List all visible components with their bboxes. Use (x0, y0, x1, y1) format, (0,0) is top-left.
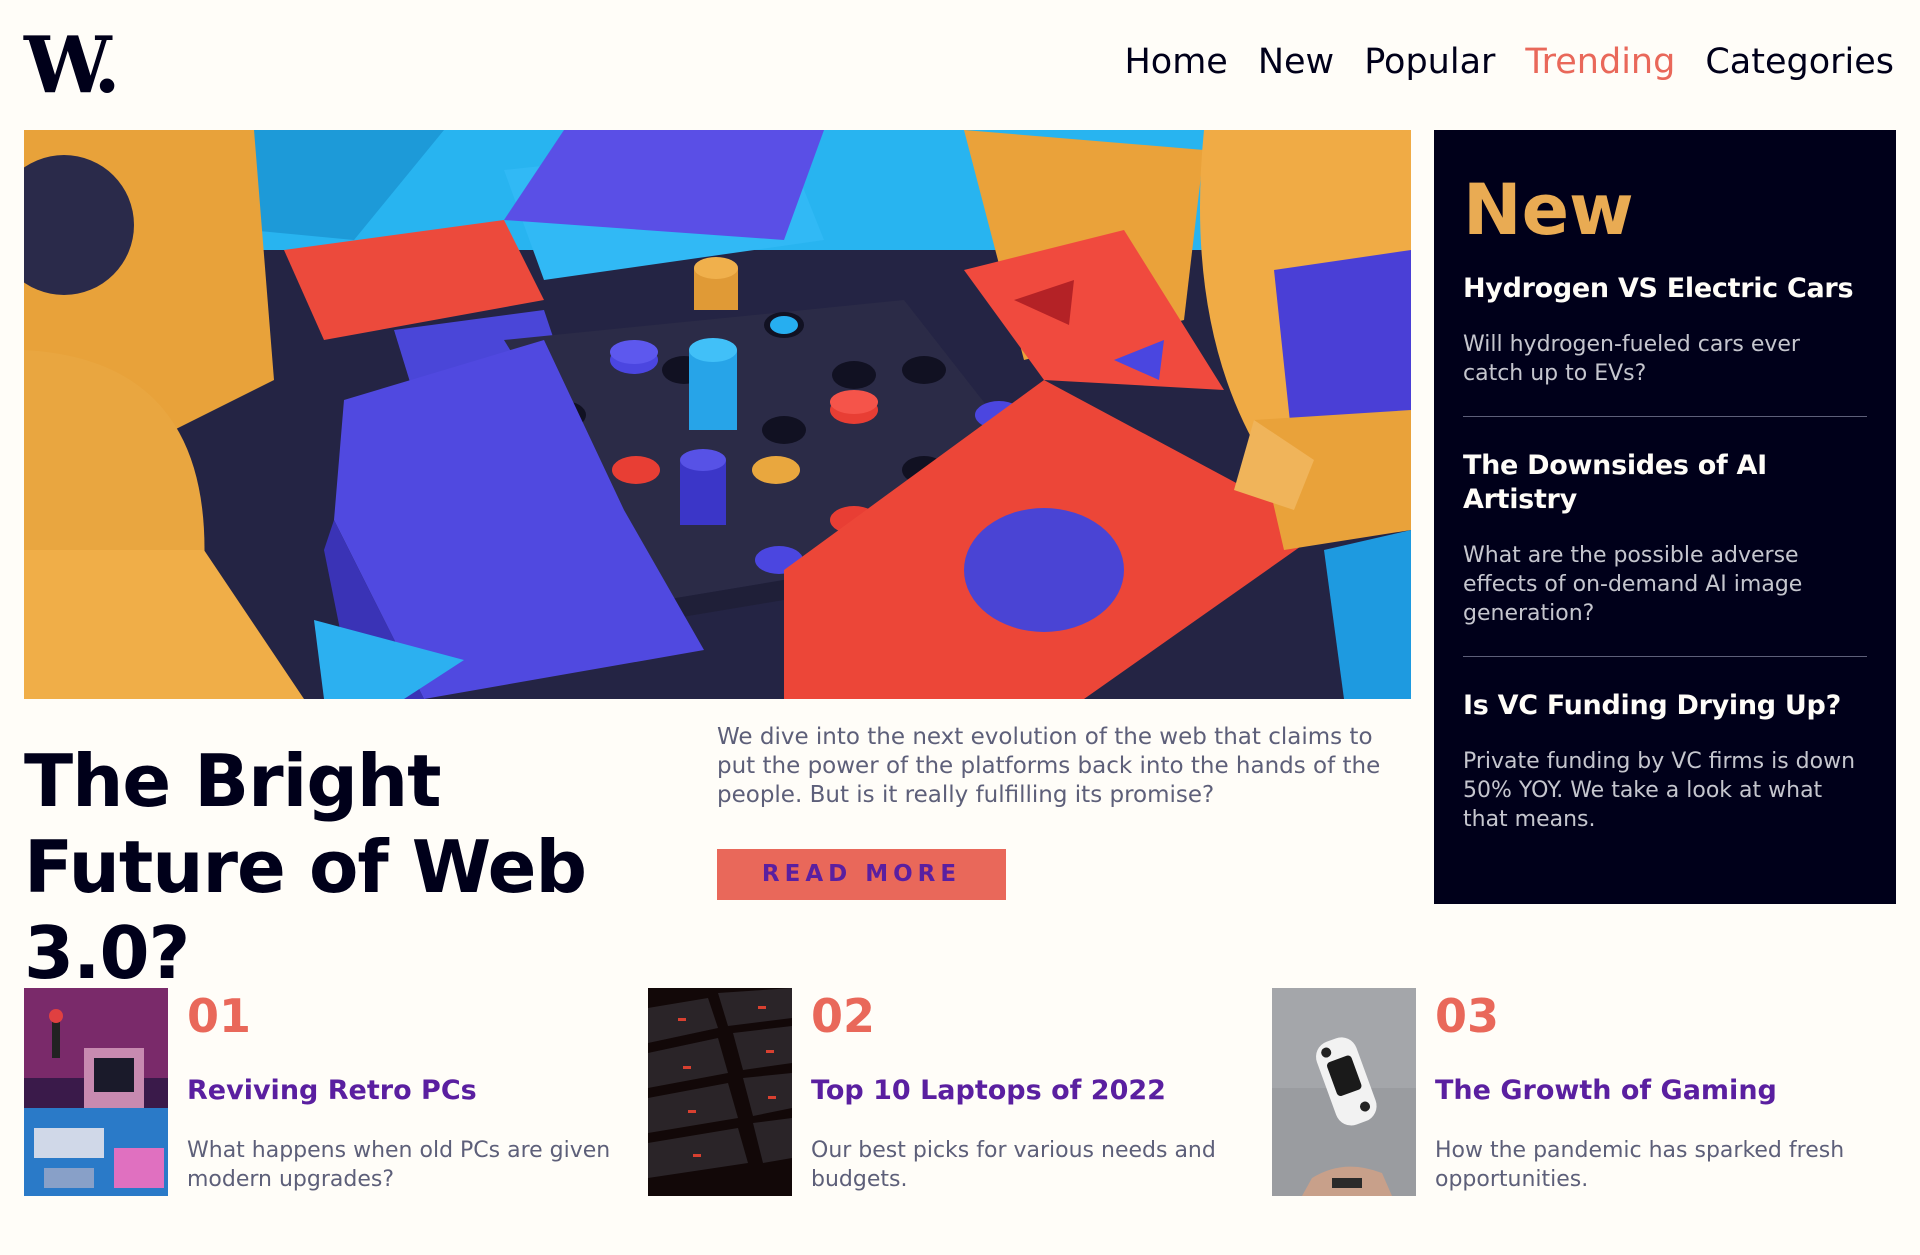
hero-illustration (24, 130, 1411, 699)
hero-image (24, 130, 1411, 699)
article-title[interactable]: The Growth of Gaming (1435, 1074, 1777, 1108)
nav-popular[interactable]: Popular (1364, 38, 1495, 86)
laptops-image[interactable] (648, 988, 792, 1196)
logo-dot: . (93, 20, 120, 111)
hero-title: The Bright Future of Web 3.0? (24, 739, 587, 995)
read-more-button[interactable]: READ MORE (717, 849, 1006, 900)
main-nav: Home New Popular Trending Categories (1124, 38, 1894, 86)
page: W. Home New Popular Trending Categories (0, 0, 1920, 1255)
article-description: How the pandemic has sparked fresh oppor… (1435, 1138, 1845, 1192)
article-number: 03 (1435, 989, 1500, 1043)
keyboard-thumbnail (648, 988, 792, 1196)
new-articles-panel: New Hydrogen VS Electric Cars Will hydro… (1434, 130, 1896, 904)
new-item: Hydrogen VS Electric Cars Will hydrogen-… (1463, 272, 1867, 404)
new-item-description: Will hydrogen-fueled cars ever catch up … (1463, 332, 1800, 386)
new-panel-heading: New (1463, 169, 1634, 251)
article-number: 02 (811, 989, 876, 1043)
gaming-image[interactable] (1272, 988, 1416, 1196)
controller-thumbnail (1272, 988, 1416, 1196)
article-number: 01 (187, 989, 252, 1043)
retro-pcs-image[interactable] (24, 988, 168, 1196)
article-card: 03 The Growth of Gaming How the pandemic… (1272, 988, 1872, 1196)
new-item: Is VC Funding Drying Up? Private funding… (1463, 689, 1867, 850)
article-card: 01 Reviving Retro PCs What happens when … (24, 988, 624, 1196)
nav-categories[interactable]: Categories (1705, 38, 1894, 86)
article-title[interactable]: Reviving Retro PCs (187, 1074, 477, 1108)
nav-new[interactable]: New (1258, 38, 1334, 86)
new-item: The Downsides of AI Artistry What are th… (1463, 449, 1867, 644)
divider (1463, 656, 1867, 657)
logo-letter: W (24, 20, 99, 111)
divider (1463, 416, 1867, 417)
retro-pcs-thumbnail (24, 988, 168, 1196)
new-item-title[interactable]: Hydrogen VS Electric Cars (1463, 272, 1867, 306)
article-description: What happens when old PCs are given mode… (187, 1138, 611, 1192)
new-item-title[interactable]: The Downsides of AI Artistry (1463, 449, 1867, 517)
hero-description: We dive into the next evolution of the w… (717, 724, 1381, 808)
new-item-description: Private funding by VC firms is down 50% … (1463, 749, 1856, 832)
site-logo[interactable]: W. (24, 26, 121, 106)
new-item-description: What are the possible adverse effects of… (1463, 543, 1803, 626)
new-item-title[interactable]: Is VC Funding Drying Up? (1463, 689, 1867, 723)
nav-trending[interactable]: Trending (1525, 38, 1675, 86)
nav-home[interactable]: Home (1124, 38, 1227, 86)
article-title[interactable]: Top 10 Laptops of 2022 (811, 1074, 1166, 1108)
article-description: Our best picks for various needs and bud… (811, 1138, 1216, 1192)
article-card: 02 Top 10 Laptops of 2022 Our best picks… (648, 988, 1248, 1196)
